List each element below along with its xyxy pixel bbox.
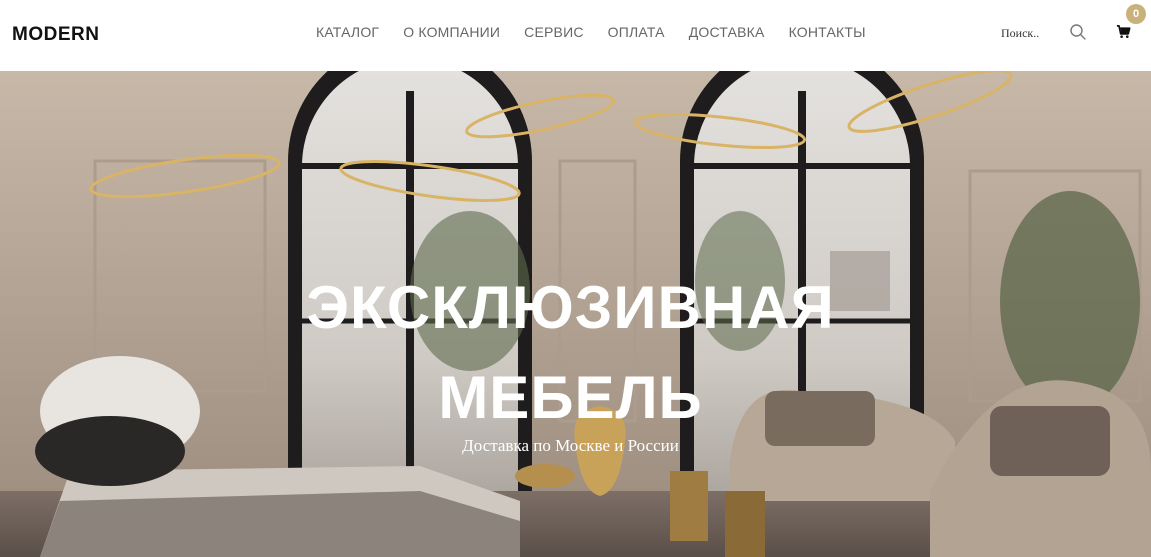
hero-title: ЭКСКЛЮЗИВНАЯ МЕБЕЛЬ	[0, 263, 1141, 443]
nav-item-contacts[interactable]: КОНТАКТЫ	[789, 24, 866, 40]
hero-title-line-1: ЭКСКЛЮЗИВНАЯ	[306, 274, 835, 341]
logo[interactable]: MODERN	[12, 24, 99, 46]
hero-title-line-2: МЕБЕЛЬ	[438, 364, 703, 431]
search-icon[interactable]	[1069, 23, 1087, 41]
nav-item-catalog[interactable]: КАТАЛОГ	[316, 24, 379, 40]
hero-banner: ЭКСКЛЮЗИВНАЯ МЕБЕЛЬ Доставка по Москве и…	[0, 71, 1151, 557]
nav-item-about[interactable]: О КОМПАНИИ	[403, 24, 500, 40]
cart-count-badge[interactable]: 0	[1126, 4, 1146, 24]
nav-item-delivery[interactable]: ДОСТАВКА	[689, 24, 765, 40]
nav-item-payment[interactable]: ОПЛАТА	[608, 24, 665, 40]
nav-item-service[interactable]: СЕРВИС	[524, 24, 584, 40]
site-header: MODERN КАТАЛОГ О КОМПАНИИ СЕРВИС ОПЛАТА …	[0, 0, 1151, 71]
main-nav: КАТАЛОГ О КОМПАНИИ СЕРВИС ОПЛАТА ДОСТАВК…	[316, 24, 866, 40]
cart-icon[interactable]	[1116, 24, 1131, 39]
hero-subtitle: Доставка по Москве и России	[462, 436, 679, 455]
search-input[interactable]	[1001, 26, 1061, 41]
